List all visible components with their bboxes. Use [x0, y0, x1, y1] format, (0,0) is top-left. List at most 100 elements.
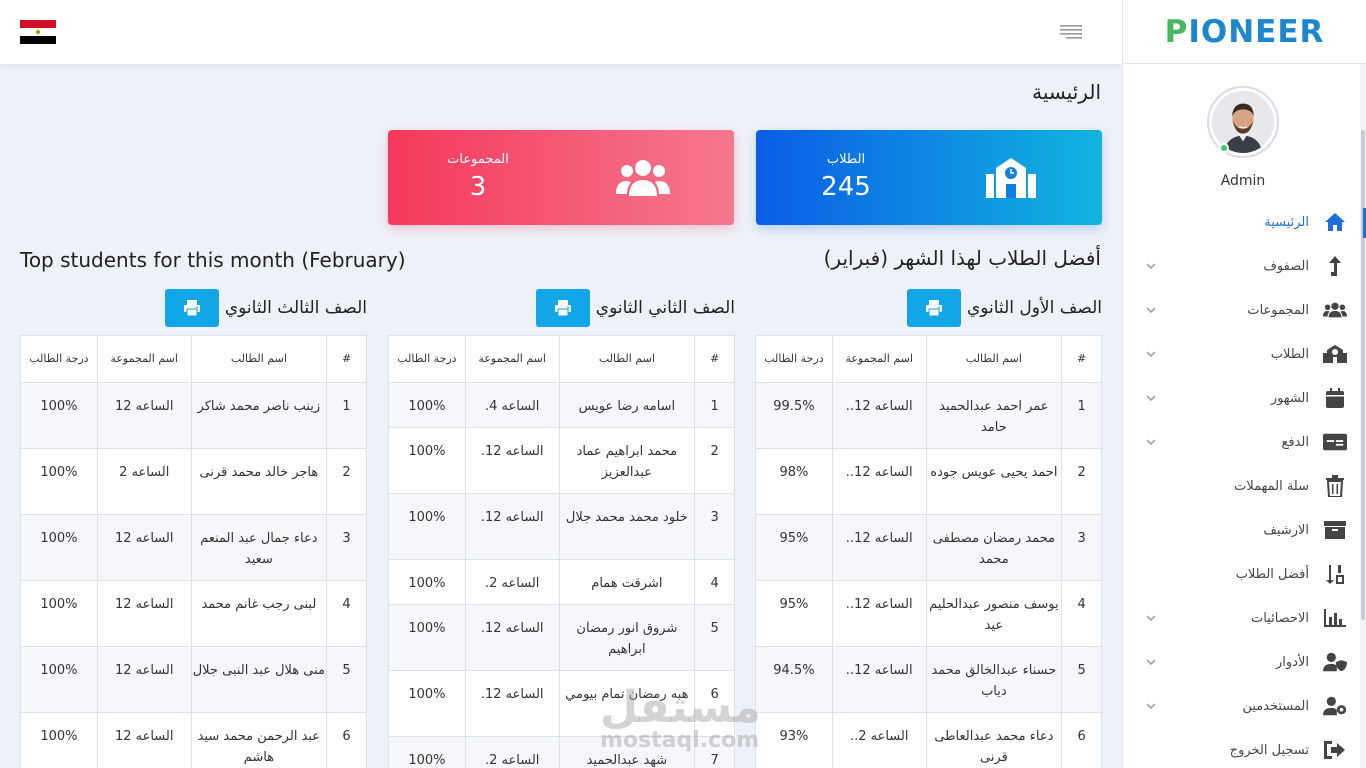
table-row: 1 عمر احمد عبدالحميد حامد الساعه 12.. 99.5% [755, 382, 1102, 449]
cell-name: لبنى رجب غانم محمد [190, 580, 328, 647]
students-stat-value: 245 [821, 172, 871, 202]
cell-grade: 100% [388, 736, 466, 768]
cell-grade: 95% [755, 514, 833, 581]
header-group: اسم المجموعة [96, 335, 192, 383]
top-students-table: # اسم الطالب اسم المجموعة درجة الطالب 1ز… [20, 335, 367, 768]
cell-group: الساعه 12.. [831, 448, 927, 515]
table-row: 1 زينب ناصر محمد شاكر الساعه 12 100% [20, 382, 367, 449]
sidebar-item-label: الصفوف [1263, 258, 1309, 274]
sidebar-item-students[interactable]: الطلاب [1123, 332, 1361, 376]
scrollbar-thumb[interactable] [1361, 130, 1365, 620]
header-name: اسم الطالب [925, 335, 1063, 383]
cell-name: عبد الرحمن محمد سيد هاشم [190, 712, 328, 768]
cell-grade: 100% [388, 670, 466, 737]
sidebar-item-label: الطلاب [1270, 346, 1309, 362]
cell-name: منى هلال عبد النبى جلال [190, 646, 328, 713]
cell-group: الساعه 12 [96, 712, 192, 768]
sidebar-item-statistics[interactable]: الاحصائيات [1123, 596, 1361, 640]
cell-grade: 100% [20, 514, 98, 581]
cell-grade: 100% [388, 559, 466, 605]
cell-grade: 100% [20, 646, 98, 713]
cell-name: زينب ناصر محمد شاكر [190, 382, 328, 449]
brand-logo[interactable]: PIONEER [1123, 0, 1366, 64]
students-stat-card[interactable]: الطلاب 245 [756, 130, 1102, 225]
table-row: 2 هاجر خالد محمد قرنى الساعه 2 100% [20, 448, 367, 515]
cell-name: هاجر خالد محمد قرنى [190, 448, 328, 515]
top-bar [0, 0, 1122, 64]
sidebar-item-label: الاحصائيات [1250, 610, 1309, 626]
table-row: 5 حسناء عبدالخالق محمد دياب الساعه 12.. 94.… [755, 646, 1102, 713]
sidebar-item-months[interactable]: الشهور [1123, 376, 1361, 420]
sidebar-item-users[interactable]: المستخدمين [1123, 684, 1361, 728]
cell-group: الساعه 12 [96, 580, 192, 647]
sign-out-icon [1323, 738, 1347, 762]
groups-stat-card[interactable]: المجموعات 3 [388, 130, 734, 225]
header-grade: درجة الطالب [755, 335, 833, 383]
cell-num: 1 [694, 382, 735, 428]
print-icon [554, 300, 571, 316]
cell-group: الساعه 2.. [831, 712, 927, 768]
egypt-flag-icon[interactable] [20, 20, 56, 44]
level-up-icon [1323, 254, 1347, 278]
chevron-down-icon [1146, 395, 1156, 402]
money-icon [1323, 430, 1347, 454]
chevron-down-icon [1146, 659, 1156, 666]
cell-grade: 98% [755, 448, 833, 515]
header-name: اسم الطالب [190, 335, 328, 383]
users-icon [1323, 298, 1347, 322]
header-num: # [326, 335, 367, 383]
sidebar-item-groups[interactable]: المجموعات [1123, 288, 1361, 332]
sidebar-item-top-students[interactable]: أفضل الطلاب [1123, 552, 1361, 596]
cell-num: 6 [1061, 712, 1102, 768]
home-icon [1323, 210, 1347, 234]
avatar[interactable] [1207, 86, 1279, 158]
sidebar-item-payments[interactable]: الدفع [1123, 420, 1361, 464]
cell-grade: 100% [388, 427, 466, 494]
cell-num: 3 [1061, 514, 1102, 581]
school-icon [1323, 342, 1347, 366]
table-row: 5 شروق انور رمضان ابراهيم الساعه 12. 100% [388, 604, 735, 671]
sidebar-item-home[interactable]: الرئيسية [1123, 200, 1366, 244]
grade-title: الصف الأول الثانوي [966, 298, 1102, 318]
chevron-down-icon [1146, 703, 1156, 710]
header-num: # [694, 335, 735, 383]
user-cog-icon [1323, 694, 1347, 718]
cell-num: 5 [326, 646, 367, 713]
sidebar-item-label: سلة المهملات [1234, 478, 1309, 494]
groups-stat-label: المجموعات [447, 152, 509, 167]
header-group: اسم المجموعة [464, 335, 560, 383]
grade-column-first: الصف الأول الثانوي # اسم الطالب اسم المج… [755, 289, 1102, 768]
sidebar-item-logout[interactable]: تسجيل الخروج [1123, 728, 1361, 768]
cell-name: دعاء جمال عبد المنعم سعيد [190, 514, 328, 581]
menu-toggle-icon[interactable] [1060, 24, 1082, 40]
header-name: اسم الطالب [558, 335, 696, 383]
print-icon [925, 300, 942, 316]
cell-num: 5 [694, 604, 735, 671]
print-button[interactable] [906, 289, 961, 327]
print-button[interactable] [164, 289, 219, 327]
cell-name: حسناء عبدالخالق محمد دياب [925, 646, 1063, 713]
top-students-title-en: Top students for this month (February) [20, 248, 406, 272]
table-row: 3 خلود محمد محمد جلال الساعه 12. 100% [388, 493, 735, 560]
cell-grade: 100% [388, 604, 466, 671]
sidebar-item-label: المستخدمين [1242, 698, 1309, 714]
cell-grade: 99.5% [755, 382, 833, 449]
sidebar-item-archive[interactable]: الارشيف [1123, 508, 1361, 552]
trash-icon [1323, 474, 1347, 498]
chevron-down-icon [1146, 439, 1156, 446]
cell-num: 5 [1061, 646, 1102, 713]
bar-chart-icon [1323, 606, 1347, 630]
sidebar-item-label: الدفع [1281, 434, 1309, 450]
sidebar-item-roles[interactable]: الأدوار [1123, 640, 1361, 684]
header-num: # [1061, 335, 1102, 383]
cell-group: الساعه 12. [464, 493, 560, 560]
sidebar-item-label: تسجيل الخروج [1229, 742, 1309, 758]
cell-grade: 100% [388, 382, 466, 428]
chevron-down-icon [1146, 615, 1156, 622]
cell-grade: 95% [755, 580, 833, 647]
cell-name: احمد يحيى عويس جوده [925, 448, 1063, 515]
print-button[interactable] [535, 289, 590, 327]
sidebar-item-classes[interactable]: الصفوف [1123, 244, 1361, 288]
brand-rest: IONEER [1188, 13, 1325, 50]
sidebar-item-trash[interactable]: سلة المهملات [1123, 464, 1361, 508]
